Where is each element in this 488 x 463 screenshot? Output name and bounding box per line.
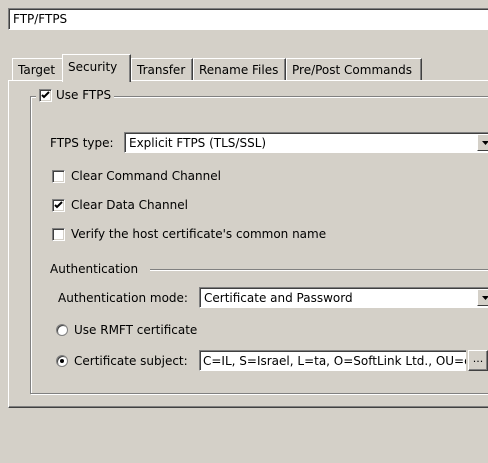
ftp-settings-window: FTP/FTPS Target Security Transfer Rename… <box>0 0 488 463</box>
certificate-subject-radio[interactable] <box>56 355 68 367</box>
tab-pre-post-commands[interactable]: Pre/Post Commands <box>286 58 422 80</box>
clear-data-channel-checkbox[interactable] <box>52 198 65 212</box>
authentication-section-label: Authentication <box>50 262 139 276</box>
tab-target[interactable]: Target <box>12 58 64 80</box>
use-ftps-checkbox-row[interactable]: Use FTPS <box>36 88 115 102</box>
clear-command-channel-row[interactable]: Clear Command Channel <box>52 169 221 183</box>
use-rmft-certificate-row[interactable]: Use RMFT certificate <box>56 323 197 337</box>
ftps-type-value: Explicit FTPS (TLS/SSL) <box>129 135 267 150</box>
ftps-type-select[interactable]: Explicit FTPS (TLS/SSL) <box>124 132 488 153</box>
certificate-subject-input[interactable]: C=IL, S=Israel, L=ta, O=SoftLink Ltd., O… <box>199 350 466 371</box>
checkmark-icon <box>54 200 63 208</box>
authentication-mode-select[interactable]: Certificate and Password <box>199 287 488 308</box>
certificate-subject-row[interactable]: Certificate subject: <box>56 354 188 368</box>
chevron-down-icon[interactable] <box>477 134 488 151</box>
use-ftps-label: Use FTPS <box>56 88 112 102</box>
tab-security[interactable]: Security <box>62 54 131 82</box>
clear-command-channel-checkbox[interactable] <box>52 169 65 183</box>
browse-certificate-button[interactable]: ... <box>468 350 488 371</box>
ftps-type-label: FTPS type: <box>50 136 114 150</box>
authentication-divider <box>150 269 488 271</box>
chevron-down-icon[interactable] <box>477 289 488 306</box>
clear-data-channel-label: Clear Data Channel <box>71 198 188 212</box>
tab-rename-files[interactable]: Rename Files <box>193 58 286 80</box>
verify-host-checkbox[interactable] <box>52 227 65 241</box>
tab-transfer[interactable]: Transfer <box>131 58 193 80</box>
checkmark-icon <box>41 90 50 98</box>
clear-command-channel-label: Clear Command Channel <box>71 169 221 183</box>
verify-host-row[interactable]: Verify the host certificate's common nam… <box>52 227 326 241</box>
title-field[interactable]: FTP/FTPS <box>8 8 488 30</box>
use-ftps-checkbox[interactable] <box>39 88 52 102</box>
verify-host-label: Verify the host certificate's common nam… <box>71 227 327 241</box>
clear-data-channel-row[interactable]: Clear Data Channel <box>52 198 188 212</box>
use-rmft-certificate-radio[interactable] <box>56 324 68 336</box>
certificate-subject-label: Certificate subject: <box>74 354 188 368</box>
use-rmft-certificate-label: Use RMFT certificate <box>74 323 198 337</box>
authentication-mode-value: Certificate and Password <box>204 290 353 305</box>
authentication-mode-label: Authentication mode: <box>58 291 188 305</box>
